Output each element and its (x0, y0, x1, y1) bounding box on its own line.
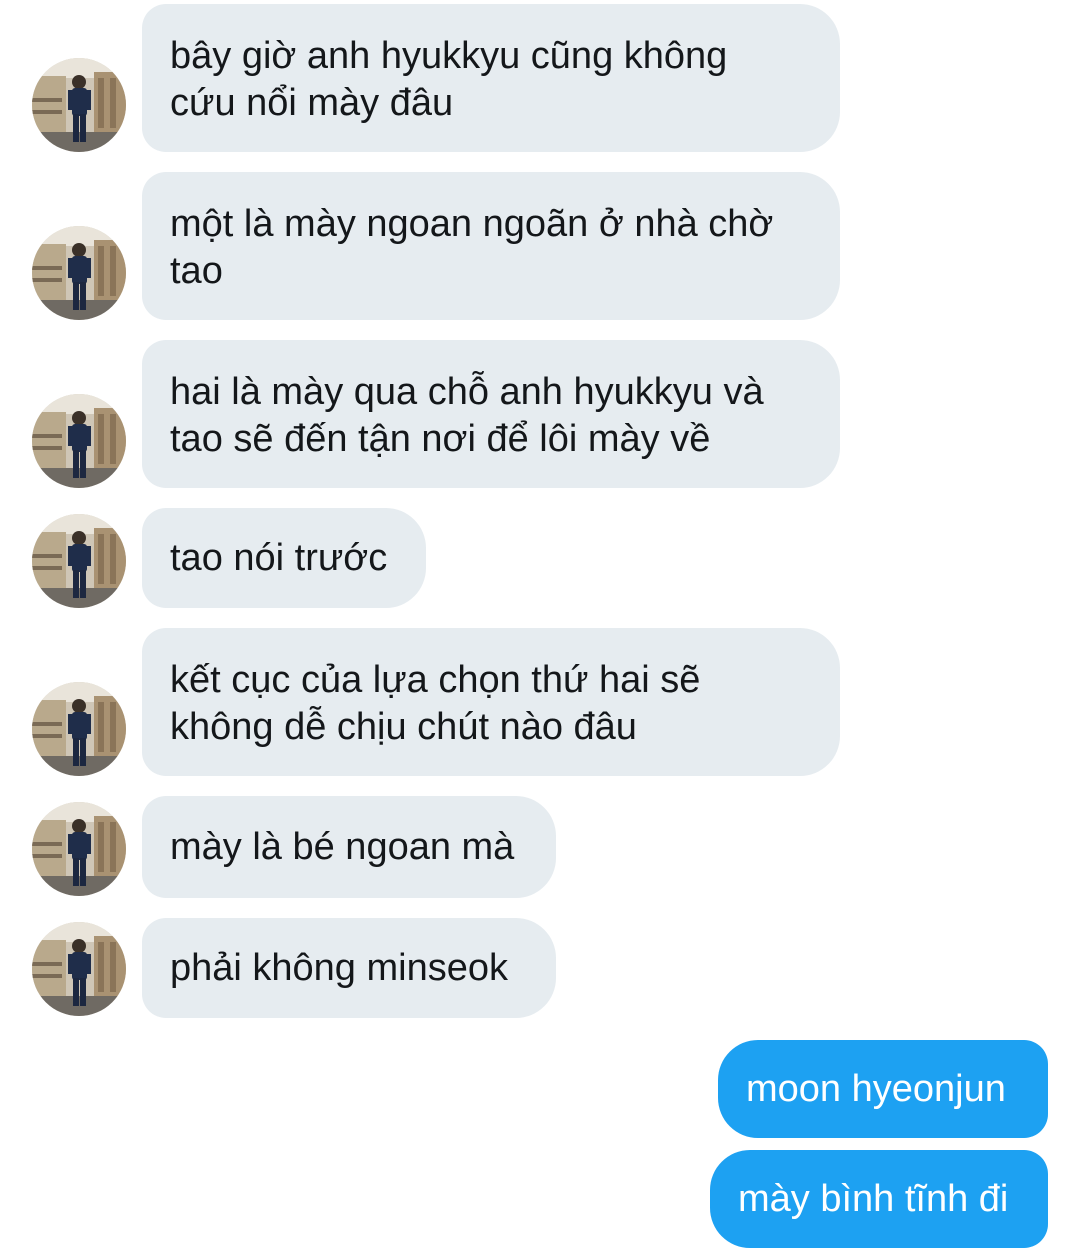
outgoing-message-bubble[interactable]: moon hyeonjun (718, 1040, 1048, 1138)
incoming-message-bubble[interactable]: một là mày ngoan ngoãn ở nhà chờ tao (142, 172, 840, 320)
incoming-message-bubble[interactable]: tao nói trước (142, 508, 426, 608)
sender-avatar[interactable] (32, 226, 126, 320)
sender-avatar[interactable] (32, 514, 126, 608)
incoming-message-bubble[interactable]: bây giờ anh hyukkyu cũng không cứu nổi m… (142, 4, 840, 152)
sender-avatar[interactable] (32, 922, 126, 1016)
sender-avatar[interactable] (32, 394, 126, 488)
avatar-image (32, 226, 126, 320)
incoming-message-bubble[interactable]: kết cục của lựa chọn thứ hai sẽ không dễ… (142, 628, 840, 776)
incoming-message-bubble[interactable]: hai là mày qua chỗ anh hyukkyu và tao sẽ… (142, 340, 840, 488)
avatar-image (32, 394, 126, 488)
sender-avatar[interactable] (32, 58, 126, 152)
incoming-message-bubble[interactable]: mày là bé ngoan mà (142, 796, 556, 898)
avatar-image (32, 922, 126, 1016)
sender-avatar[interactable] (32, 682, 126, 776)
outgoing-message-bubble[interactable]: mày bình tĩnh đi (710, 1150, 1048, 1248)
avatar-image (32, 58, 126, 152)
incoming-message-bubble[interactable]: phải không minseok (142, 918, 556, 1018)
avatar-image (32, 682, 126, 776)
sender-avatar[interactable] (32, 802, 126, 896)
avatar-image (32, 802, 126, 896)
avatar-image (32, 514, 126, 608)
